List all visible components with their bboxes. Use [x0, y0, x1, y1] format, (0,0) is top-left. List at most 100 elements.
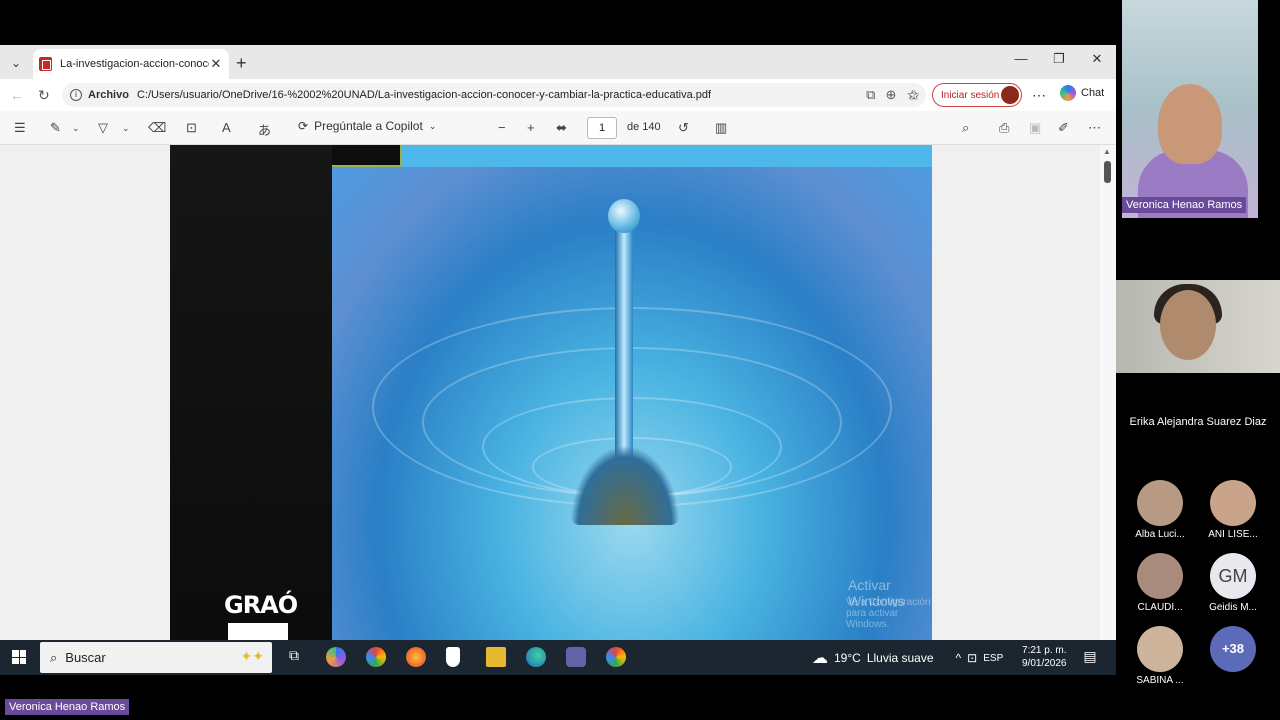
- zoom-out-icon[interactable]: −: [498, 120, 506, 135]
- weather-temp: 19°C: [834, 651, 861, 665]
- cover-water-top: [402, 145, 932, 167]
- save-icon[interactable]: ▣: [1029, 120, 1041, 136]
- read-aloud-text-icon[interactable]: A: [222, 120, 231, 135]
- signin-button[interactable]: Iniciar sesión: [932, 83, 1022, 107]
- search-placeholder: Buscar: [65, 650, 106, 665]
- search-icon: ⌕: [50, 649, 58, 665]
- page-number-input[interactable]: 1: [587, 117, 617, 139]
- minimize-icon[interactable]: —: [1011, 51, 1031, 66]
- address-bar-row: ← ↻ i Archivo C:/Users/usuario/OneDrive/…: [0, 79, 1116, 111]
- search-icon[interactable]: ⌕: [962, 120, 969, 136]
- vertical-scrollbar[interactable]: ▲ ▼: [1100, 145, 1116, 675]
- activation-watermark-subtitle: Ve a Configuración para activar Windows.: [846, 597, 931, 630]
- system-tray: ☁ 19°C Lluvia suave ^ ⊡ ESP: [812, 648, 1003, 668]
- security-shield-icon[interactable]: [446, 647, 460, 667]
- copilot-label: Pregúntale a Copilot: [314, 119, 423, 133]
- copilot-chevron-icon: ⌄: [428, 120, 437, 131]
- speaker-video[interactable]: [1122, 0, 1258, 218]
- draw-icon[interactable]: ▽: [98, 120, 108, 136]
- pdf-more-icon[interactable]: ⋯: [1088, 120, 1101, 136]
- notifications-icon[interactable]: ▤: [1080, 648, 1100, 668]
- network-icon[interactable]: ⊡: [967, 651, 977, 665]
- address-input[interactable]: i Archivo C:/Users/usuario/OneDrive/16-%…: [62, 83, 926, 107]
- copilot-chat-button[interactable]: Chat: [1060, 85, 1104, 101]
- back-arrow-icon[interactable]: ←: [10, 87, 24, 103]
- document-viewport[interactable]: GRAÓ Activar Windows Ve a Configuración …: [0, 145, 1100, 675]
- read-aloud-icon[interactable]: ⧉: [866, 87, 875, 103]
- sparkle-icon: ✦✦: [240, 648, 264, 664]
- file-explorer-icon[interactable]: [486, 647, 506, 667]
- participant-tile[interactable]: CLAUDI...: [1125, 553, 1195, 613]
- clock-date: 9/01/2026: [1022, 658, 1067, 669]
- new-tab-plus-icon[interactable]: +: [236, 53, 247, 74]
- chrome-profile-icon[interactable]: [606, 647, 626, 667]
- cover-green-frame: [332, 145, 402, 167]
- participant-tile[interactable]: Alba Luci...: [1125, 480, 1195, 540]
- firefox-icon[interactable]: [406, 647, 426, 667]
- draw-chevron-icon[interactable]: ⌄: [122, 123, 130, 134]
- pdf-page-cover: GRAÓ Activar Windows Ve a Configuración …: [170, 145, 932, 675]
- copilot-icon: [1060, 85, 1076, 101]
- favorites-icon[interactable]: ✩: [908, 87, 920, 104]
- taskbar-search[interactable]: ⌕ Buscar ✦✦: [40, 642, 272, 673]
- save-as-icon[interactable]: ✐: [1058, 120, 1069, 136]
- ask-copilot-button[interactable]: ⟳ Pregúntale a Copilot ⌄: [298, 119, 436, 133]
- browser-tab[interactable]: La-investigacion-accion-conocer-y ✕: [33, 49, 229, 79]
- tray-chevron-icon[interactable]: ^: [956, 651, 962, 665]
- chrome-icon[interactable]: [366, 647, 386, 667]
- water-splash-base: [570, 445, 680, 525]
- participant-video[interactable]: [1116, 280, 1280, 373]
- avatar: [1137, 480, 1183, 526]
- edge-icon[interactable]: [526, 647, 546, 667]
- initials-avatar: GM: [1210, 553, 1256, 599]
- participant-name: Erika Alejandra Suarez Diaz: [1129, 416, 1267, 428]
- more-count: +38: [1210, 626, 1256, 672]
- text-box-icon[interactable]: ⊡: [186, 120, 197, 136]
- teams-icon[interactable]: [566, 647, 586, 667]
- speaker-name-tag: Veronica Henao Ramos: [1122, 197, 1247, 213]
- participant-label: Geidis M...: [1209, 602, 1257, 613]
- address-scheme: Archivo: [88, 89, 129, 101]
- language-indicator[interactable]: ESP: [983, 653, 1003, 664]
- close-tab-icon[interactable]: ✕: [209, 56, 223, 72]
- translate-icon[interactable]: あ: [258, 120, 271, 139]
- rotate-icon[interactable]: ↺: [678, 120, 689, 136]
- more-options-icon[interactable]: ⋯: [1032, 87, 1046, 104]
- address-path: C:/Users/usuario/OneDrive/16-%2002%20UNA…: [136, 89, 712, 101]
- publisher-logo: GRAÓ: [224, 591, 298, 619]
- fit-page-icon[interactable]: ⬌: [556, 120, 567, 136]
- eraser-icon[interactable]: ⌫: [148, 120, 166, 136]
- contents-list-icon[interactable]: ☰: [14, 120, 26, 136]
- participant-tile[interactable]: ANI LISE...: [1198, 480, 1268, 540]
- tab-actions-chevron-icon[interactable]: ⌄: [6, 53, 26, 73]
- info-icon[interactable]: i: [70, 89, 82, 101]
- participant-label: SABINA ...: [1136, 675, 1184, 686]
- avatar: [1137, 626, 1183, 672]
- page-total: de 140: [627, 121, 661, 133]
- zoom-icon[interactable]: ⊕: [885, 87, 896, 103]
- participant-face: [1160, 290, 1216, 360]
- scroll-thumb[interactable]: [1104, 161, 1111, 183]
- zoom-in-icon[interactable]: +: [527, 120, 535, 135]
- copilot-app-icon[interactable]: [326, 647, 346, 667]
- participant-tile[interactable]: GM Geidis M...: [1198, 553, 1268, 613]
- restore-icon[interactable]: ❐: [1049, 51, 1069, 67]
- print-icon[interactable]: ⎙: [999, 120, 1009, 136]
- highlight-icon[interactable]: ✎: [50, 120, 61, 136]
- close-window-icon[interactable]: ✕: [1087, 51, 1107, 67]
- participant-label: ANI LISE...: [1208, 529, 1258, 540]
- task-view-icon[interactable]: ⧉: [284, 647, 304, 667]
- participant-tile[interactable]: SABINA ...: [1125, 626, 1195, 686]
- chat-label: Chat: [1081, 87, 1105, 99]
- refresh-icon[interactable]: ↻: [38, 87, 50, 104]
- speaker-face: [1158, 84, 1222, 164]
- highlight-chevron-icon[interactable]: ⌄: [72, 123, 80, 134]
- clock[interactable]: 7:21 p. m. 9/01/2026: [1022, 644, 1067, 670]
- tab-title: La-investigacion-accion-conocer-y: [60, 58, 209, 70]
- page-view-icon[interactable]: ▥: [715, 120, 727, 136]
- windows-start-icon[interactable]: [12, 650, 26, 664]
- participant-label: Alba Luci...: [1135, 529, 1185, 540]
- pdf-icon: [39, 57, 52, 71]
- scroll-up-icon[interactable]: ▲: [1103, 147, 1111, 156]
- more-participants-button[interactable]: +38: [1198, 626, 1268, 675]
